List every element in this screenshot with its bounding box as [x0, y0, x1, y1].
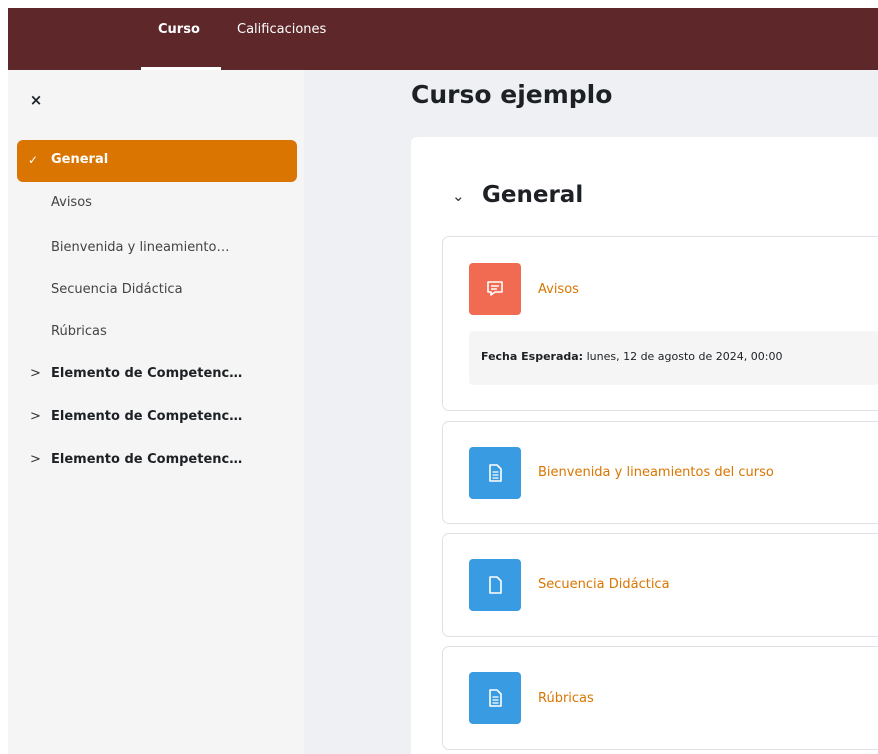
drawer-item-avisos[interactable]: Avisos [51, 195, 92, 210]
drawer-section-elemento-3[interactable]: > Elemento de Competenc… [30, 452, 242, 467]
drawer-section-label: Elemento de Competenc… [51, 409, 243, 424]
activity-card-avisos: Avisos Fecha Esperada: lunes, 12 de agos… [442, 236, 878, 411]
chevron-down-icon: ⌄ [452, 186, 465, 205]
section-title: General [482, 182, 584, 208]
file-icon [469, 559, 521, 611]
activity-link-rubricas[interactable]: Rúbricas [538, 691, 594, 706]
date-label: Fecha Esperada: [481, 350, 584, 363]
drawer-section-label: Elemento de Competenc… [51, 366, 243, 381]
activity-card-rubricas: Rúbricas [442, 646, 878, 750]
page-icon [469, 447, 521, 499]
page-icon [469, 672, 521, 724]
activity-card-secuencia: Secuencia Didáctica [442, 533, 878, 637]
drawer-section-label: Elemento de Competenc… [51, 452, 243, 467]
top-navbar [8, 8, 878, 70]
drawer-item-bienvenida[interactable]: Bienvenida y lineamiento… [51, 240, 229, 255]
chevron-right-icon: > [30, 409, 41, 424]
activity-dates: Fecha Esperada: lunes, 12 de agosto de 2… [469, 331, 878, 385]
activity-card-bienvenida: Bienvenida y lineamientos del curso [442, 421, 878, 524]
chevron-down-icon: ✓ [28, 153, 39, 167]
drawer-item-rubricas[interactable]: Rúbricas [51, 324, 107, 339]
chevron-right-icon: > [30, 452, 41, 467]
forum-icon [469, 263, 521, 315]
tab-calificaciones[interactable]: Calificaciones [237, 22, 326, 37]
chevron-right-icon: > [30, 366, 41, 381]
tab-curso[interactable]: Curso [158, 22, 200, 37]
drawer-item-secuencia[interactable]: Secuencia Didáctica [51, 282, 183, 297]
close-icon: × [29, 91, 43, 109]
drawer-section-general[interactable]: ✓ General [17, 140, 297, 182]
activity-link-avisos[interactable]: Avisos [538, 282, 579, 297]
drawer-section-elemento-2[interactable]: > Elemento de Competenc… [30, 409, 242, 424]
date-value: lunes, 12 de agosto de 2024, 00:00 [586, 350, 783, 363]
close-drawer-button[interactable]: × [27, 91, 45, 109]
drawer-section-elemento-1[interactable]: > Elemento de Competenc… [30, 366, 242, 381]
drawer-section-label: General [51, 152, 109, 167]
page-title: Curso ejemplo [411, 80, 613, 109]
activity-link-secuencia[interactable]: Secuencia Didáctica [538, 577, 670, 592]
section-header-general[interactable]: ⌄ General [452, 182, 583, 208]
activity-link-bienvenida[interactable]: Bienvenida y lineamientos del curso [538, 465, 774, 480]
